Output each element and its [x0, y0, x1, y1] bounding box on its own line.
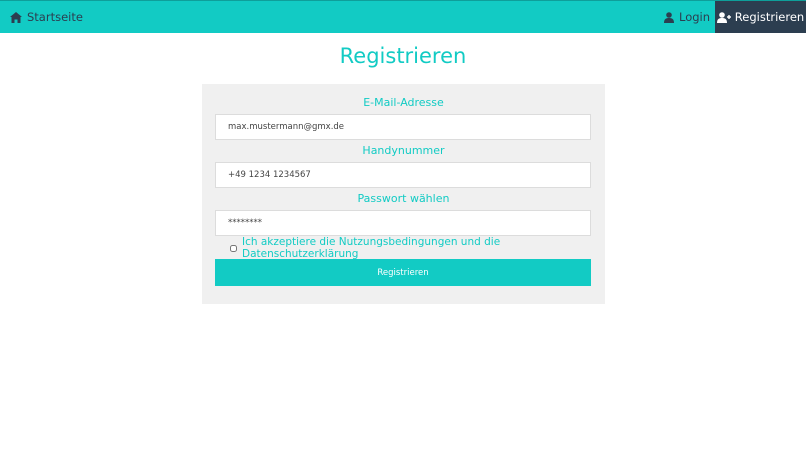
user-plus-icon [716, 11, 731, 23]
phone-label: Handynummer [362, 144, 445, 157]
nav-login-link[interactable]: Login [664, 1, 710, 33]
terms-checkbox[interactable] [230, 244, 237, 252]
phone-field[interactable] [215, 162, 591, 188]
nav-home-label: Startseite [27, 10, 83, 24]
nav-register-link[interactable]: Registrieren [715, 1, 806, 33]
password-field[interactable] [215, 210, 591, 236]
email-label: E-Mail-Adresse [363, 96, 444, 109]
page-title: Registrieren [339, 44, 467, 68]
terms-row: Ich akzeptiere die Nutzungsbedingungen u… [230, 236, 605, 260]
nav-register-label: Registrieren [734, 10, 805, 24]
nav-home-link[interactable]: Startseite [10, 1, 83, 33]
nav-login-label: Login [679, 10, 711, 24]
password-label: Passwort wählen [357, 192, 450, 205]
registration-form: E-Mail-Adresse Handynummer Passwort wähl… [202, 84, 605, 304]
user-icon [664, 11, 674, 23]
email-field[interactable] [215, 114, 591, 140]
terms-label[interactable]: Ich akzeptiere die Nutzungsbedingungen u… [242, 236, 605, 260]
register-submit-button[interactable]: Registrieren [215, 259, 591, 286]
home-icon [10, 11, 22, 23]
top-navbar: Startseite Login Registrieren [0, 0, 806, 33]
